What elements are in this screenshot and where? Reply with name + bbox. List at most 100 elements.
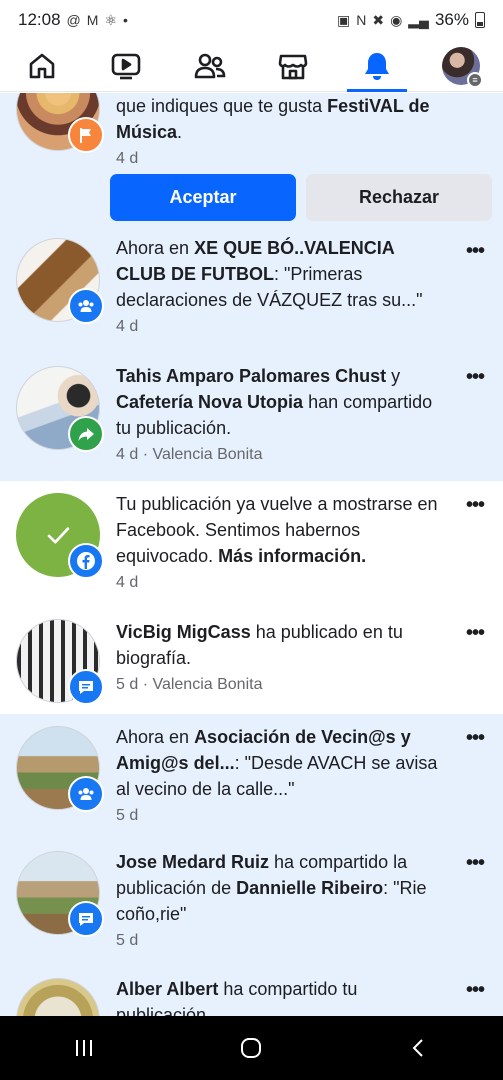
notification-avatar-wrap	[16, 493, 104, 579]
nav-notifications[interactable]	[347, 40, 408, 92]
reject-button[interactable]: Rechazar	[306, 174, 492, 221]
mute-icon: ✖	[372, 11, 385, 28]
accept-button[interactable]: Aceptar	[110, 174, 296, 221]
notification-text: Tu publicación ya vuelve a mostrarse en …	[116, 491, 447, 594]
notification-bold: Más información.	[218, 546, 367, 566]
more-options-button[interactable]: •••	[463, 623, 487, 647]
group-icon	[78, 300, 94, 312]
notification-text: Alber Albert ha compartido tu publicació…	[116, 976, 447, 1016]
home-button-icon[interactable]	[239, 1036, 263, 1060]
video-icon	[111, 53, 141, 79]
notification-avatar-wrap	[16, 726, 104, 812]
notification-badge	[68, 543, 104, 579]
notification-badge	[68, 416, 104, 452]
nav-home[interactable]	[12, 40, 72, 92]
wifi-icon: ◉	[390, 11, 403, 28]
notification-message: que indiques que te gusta	[116, 96, 328, 116]
notification-bold: Tahis Amparo Palomares Chust	[116, 366, 387, 386]
notification-badge	[68, 901, 104, 937]
notification-message-end: .	[177, 122, 183, 142]
notification-item[interactable]: que indiques que te gusta FestiVAL de Mú…	[0, 93, 503, 233]
notification-item[interactable]: Jose Medard Ruiz ha compartido la public…	[0, 839, 503, 966]
notification-text: Jose Medard Ruiz ha compartido la public…	[116, 849, 447, 952]
home-icon	[29, 53, 55, 78]
notification-item[interactable]: Tu publicación ya vuelve a mostrarse en …	[0, 481, 503, 609]
notification-message: Ahora en	[116, 727, 195, 747]
avatar	[16, 978, 100, 1016]
more-options-button[interactable]: •••	[463, 495, 487, 519]
battery-icon	[475, 12, 485, 28]
menu-icon: ≡	[467, 71, 484, 88]
nav-friends[interactable]	[180, 40, 240, 92]
notification-bold: Alber Albert	[116, 979, 219, 999]
app-icon: ⚛	[104, 11, 117, 28]
notification-bold: VicBig MigCass	[116, 622, 251, 642]
more-options-button[interactable]: •••	[463, 728, 487, 752]
notification-avatar-wrap	[16, 619, 104, 705]
notification-avatar-wrap	[16, 366, 104, 452]
invite-actions: Aceptar Rechazar	[110, 174, 492, 221]
notification-badge	[68, 117, 104, 153]
notification-item[interactable]: Tahis Amparo Palomares Chust y Cafetería…	[0, 356, 503, 481]
nav-profile-menu[interactable]: ≡	[431, 40, 491, 92]
notification-badge	[68, 776, 104, 812]
battery-text: 36%	[434, 10, 469, 29]
notification-item[interactable]: Ahora en XE QUE BÓ..VALENCIA CLUB DE FUT…	[0, 233, 503, 356]
nfc-icon: N	[356, 12, 367, 28]
comment-icon	[79, 681, 93, 694]
notifications-feed[interactable]: que indiques que te gusta FestiVAL de Mú…	[0, 93, 503, 1016]
flag-icon	[80, 128, 91, 143]
notification-time: 5 d	[116, 932, 139, 949]
facebook-icon	[77, 552, 95, 570]
marketplace-icon	[279, 54, 308, 79]
notification-item[interactable]: Ahora en Asociación de Vecin@s y Amig@s …	[0, 714, 503, 839]
notification-time: 4 d · Valencia Bonita	[116, 446, 263, 463]
notification-avatar-wrap	[16, 978, 100, 1016]
notification-time: 4 d	[116, 150, 139, 167]
status-bar: 12:08 @ M ⚛ • ▣ N ✖ ◉ ▂▄ 36%	[0, 0, 503, 40]
gmail-icon: M	[86, 12, 99, 28]
clock: 12:08	[18, 10, 61, 29]
share-icon	[78, 428, 94, 441]
notification-text: Tahis Amparo Palomares Chust y Cafetería…	[116, 363, 447, 466]
lock-icon: ▣	[336, 11, 351, 28]
notification-message: Ahora en	[116, 238, 195, 258]
notification-text: VicBig MigCass ha publicado en tu biogra…	[116, 619, 447, 696]
group-icon	[78, 788, 94, 800]
nav-video[interactable]	[96, 40, 156, 92]
notification-avatar-wrap	[16, 93, 104, 153]
notification-item[interactable]: VicBig MigCass ha publicado en tu biogra…	[0, 609, 503, 714]
notification-time: 4 d	[116, 318, 139, 335]
comment-icon	[79, 913, 93, 926]
signal-icon: ▂▄	[408, 11, 429, 28]
notification-item[interactable]: Alber Albert ha compartido tu publicació…	[0, 966, 503, 1016]
notification-message: y	[386, 366, 401, 386]
back-icon[interactable]	[407, 1036, 431, 1060]
check-icon	[47, 527, 70, 544]
notification-time: 5 d	[116, 807, 139, 824]
more-options-button[interactable]: •••	[463, 367, 487, 391]
notification-bold-2: Dannielle Ribeiro	[236, 878, 384, 898]
notification-badge	[68, 288, 104, 324]
notification-badge	[68, 669, 104, 705]
notification-bold: Jose Medard Ruiz	[116, 852, 270, 872]
more-options-button[interactable]: •••	[463, 241, 487, 265]
profile-avatar: ≡	[442, 46, 484, 88]
recent-apps-icon[interactable]	[72, 1036, 96, 1060]
notification-avatar-wrap	[16, 238, 104, 324]
notification-text: Ahora en Asociación de Vecin@s y Amig@s …	[116, 724, 447, 827]
notifications-icon	[365, 52, 390, 80]
notification-text: que indiques que te gusta FestiVAL de Mú…	[116, 93, 447, 170]
notification-text: Ahora en XE QUE BÓ..VALENCIA CLUB DE FUT…	[116, 235, 447, 338]
system-nav-bar	[0, 1016, 503, 1080]
notification-time: 4 d	[116, 574, 139, 591]
dot-icon: •	[123, 12, 128, 28]
notification-time: 5 d · Valencia Bonita	[116, 676, 263, 693]
more-options-button[interactable]: •••	[463, 980, 487, 1004]
more-options-button[interactable]: •••	[463, 853, 487, 877]
top-nav: ≡	[0, 40, 503, 92]
friends-icon	[194, 53, 225, 78]
nav-marketplace[interactable]	[263, 40, 323, 92]
notification-bold-2: Cafetería Nova Utopia	[116, 392, 304, 412]
notification-avatar-wrap	[16, 851, 104, 937]
